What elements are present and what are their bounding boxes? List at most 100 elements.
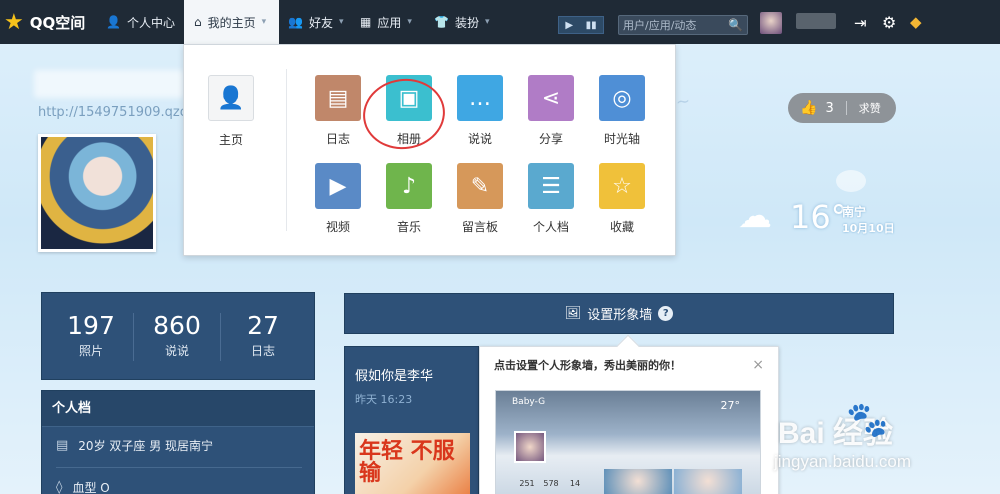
speech-bubble-decoration	[836, 170, 866, 192]
weather-date: 10月10日	[842, 222, 895, 235]
app-tile-share[interactable]: ⋖ 分享	[521, 75, 581, 147]
id-card-icon: ▤	[56, 438, 69, 453]
user-avatar[interactable]	[760, 12, 782, 34]
profile-info-row: ▤ 20岁 双子座 男 现居南宁	[56, 437, 213, 454]
paw-logo-icon: 🐾	[846, 400, 889, 440]
feed-card[interactable]: 假如你是李华 昨天 16:23 年轻 不服输	[344, 346, 479, 494]
photo-wall-preview[interactable]: Baby-G 27° 251 578 14	[495, 390, 761, 494]
tooltip-text: 点击设置个人形象墙，秀出美丽的你！	[494, 359, 681, 372]
app-tile-label: 收藏	[609, 220, 634, 234]
feed-image[interactable]: 年轻 不服输	[355, 433, 470, 494]
divider	[845, 101, 847, 115]
set-photo-wall-label: 设置形象墙	[587, 308, 653, 323]
logo-text: QQ空间	[29, 13, 86, 32]
search-icon[interactable]: 🔍	[728, 18, 743, 32]
qzone-logo[interactable]: ★ QQ空间	[4, 0, 85, 44]
header-decoration: ~	[674, 91, 692, 113]
app-tile-label: 时光轴	[603, 132, 640, 146]
stat-value: 27	[247, 311, 279, 340]
profile-card: 个人档 ▤ 20岁 双子座 男 现居南宁 ◊ 血型 O	[41, 390, 315, 494]
tooltip-arrow	[616, 334, 640, 358]
divider	[56, 467, 302, 468]
home-tile[interactable]: 👤	[208, 75, 254, 121]
music-player-button[interactable]: ▶ ▮▮	[558, 16, 604, 34]
app-tile-star[interactable]: ☆ 收藏	[592, 163, 652, 235]
nav-decorate[interactable]: 👕 装扮 ▾	[434, 0, 490, 44]
app-tile-chat-bubble[interactable]: … 说说	[450, 75, 510, 147]
profile-blood-row: ◊ 血型 O	[56, 479, 110, 494]
chevron-down-icon: ▾	[484, 17, 490, 27]
play-icon: ▶	[565, 19, 574, 31]
thumbs-up-icon: 👍	[800, 100, 818, 116]
username-redacted[interactable]	[796, 13, 836, 29]
app-tile-label: 日志	[325, 132, 350, 146]
preview-stat: 578	[543, 479, 559, 488]
app-tile-notebook[interactable]: ▤ 日志	[308, 75, 368, 147]
shirt-icon: 👕	[434, 15, 449, 29]
app-tile-timeline-pin[interactable]: ◎ 时光轴	[592, 75, 652, 147]
search-input[interactable]	[619, 16, 727, 34]
app-tile-label: 分享	[538, 132, 563, 146]
chevron-down-icon: ▾	[338, 17, 344, 27]
preview-photo	[674, 469, 742, 494]
chevron-down-icon: ▾	[261, 17, 267, 27]
app-tile-label: 说说	[467, 132, 492, 146]
my-home-dropdown: 👤 主页 ▤ 日志 ▣ 相册… 说说 ⋖ 分享 ◎ 时光轴 ▶ 视频 ♪ 音乐 ✎ 留言板 ☰ 个人档 ☆ 收藏	[183, 44, 676, 256]
nav-friends-label: 好友	[308, 15, 333, 30]
nav-friends[interactable]: 👥 好友 ▾	[288, 0, 344, 44]
stat-moods[interactable]: 860 说说	[132, 311, 222, 359]
stat-label: 日志	[250, 344, 275, 358]
preview-photo	[604, 469, 672, 494]
like-button[interactable]: 👍 3 求赞	[788, 93, 896, 123]
app-tile-label: 个人档	[532, 220, 569, 234]
timeline-pin-icon: ◎	[599, 75, 645, 121]
search-box: 🔍	[618, 15, 748, 35]
app-tile-music-note[interactable]: ♪ 音乐	[379, 163, 439, 235]
app-tile-label: 留言板	[461, 220, 498, 234]
star-icon: ☆	[599, 163, 645, 209]
watermark-url: jingyan.baidu.com	[774, 452, 912, 471]
chevron-down-icon: ▾	[407, 17, 412, 27]
nav-personal-center[interactable]: 👤 个人中心	[106, 0, 175, 44]
profile-card-title[interactable]: 个人档	[42, 391, 314, 427]
blurred-space-name	[34, 70, 184, 98]
logout-icon[interactable]: ⇥	[854, 14, 867, 32]
preview-avatar	[514, 431, 546, 463]
person-silhouette-icon: 👤	[217, 85, 245, 111]
set-photo-wall-bar[interactable]: 🖼 设置形象墙 ?	[344, 293, 894, 334]
notebook-icon: ▤	[315, 75, 361, 121]
profile-card-icon: ☰	[528, 163, 574, 209]
drop-icon: ◊	[56, 480, 63, 494]
ask-like-label: 求赞	[858, 102, 881, 115]
nav-apps-label: 应用	[377, 15, 402, 30]
help-icon[interactable]: ?	[658, 306, 674, 321]
space-url[interactable]: http://1549751909.qzone	[38, 105, 204, 120]
feed-time: 昨天 16:23	[355, 393, 413, 406]
diamond-vip-icon[interactable]: ◆	[910, 13, 922, 31]
stat-blogs[interactable]: 27 日志	[218, 311, 308, 359]
stat-photos[interactable]: 197 照片	[46, 311, 136, 359]
app-tile-profile-card[interactable]: ☰ 个人档	[521, 163, 581, 235]
close-icon[interactable]: ×	[752, 357, 764, 373]
top-navigation-bar: ★ QQ空间 👤 个人中心 ⌂ 我的主页 ▾ 👥 好友 ▾ ▦ 应用 ▾ 👕 装…	[0, 0, 1000, 44]
profile-avatar[interactable]	[38, 134, 156, 252]
nav-my-home-label: 我的主页	[207, 15, 256, 30]
weather-city: 南宁	[842, 205, 867, 219]
preview-stat: 14	[569, 479, 581, 488]
chat-bubble-icon: …	[457, 75, 503, 121]
nav-my-home[interactable]: ⌂ 我的主页 ▾	[184, 0, 279, 44]
app-tile-video-camera[interactable]: ▶ 视频	[308, 163, 368, 235]
preview-name: Baby-G	[512, 397, 546, 407]
gear-icon[interactable]: ⚙	[882, 13, 896, 32]
equalizer-icon: ▮▮	[585, 19, 597, 31]
star-logo-icon: ★	[4, 9, 24, 35]
music-note-icon: ♪	[386, 163, 432, 209]
image-edit-icon: 🖼	[564, 306, 582, 321]
profile-blood-text: 血型 O	[72, 481, 110, 494]
app-tile-edit-note[interactable]: ✎ 留言板	[450, 163, 510, 235]
app-tile-label: 视频	[325, 220, 350, 234]
feed-title[interactable]: 假如你是李华	[355, 365, 433, 384]
weather-temperature: 16°	[790, 198, 847, 236]
nav-apps[interactable]: ▦ 应用 ▾	[360, 0, 412, 44]
home-tile-label: 主页	[218, 133, 243, 147]
